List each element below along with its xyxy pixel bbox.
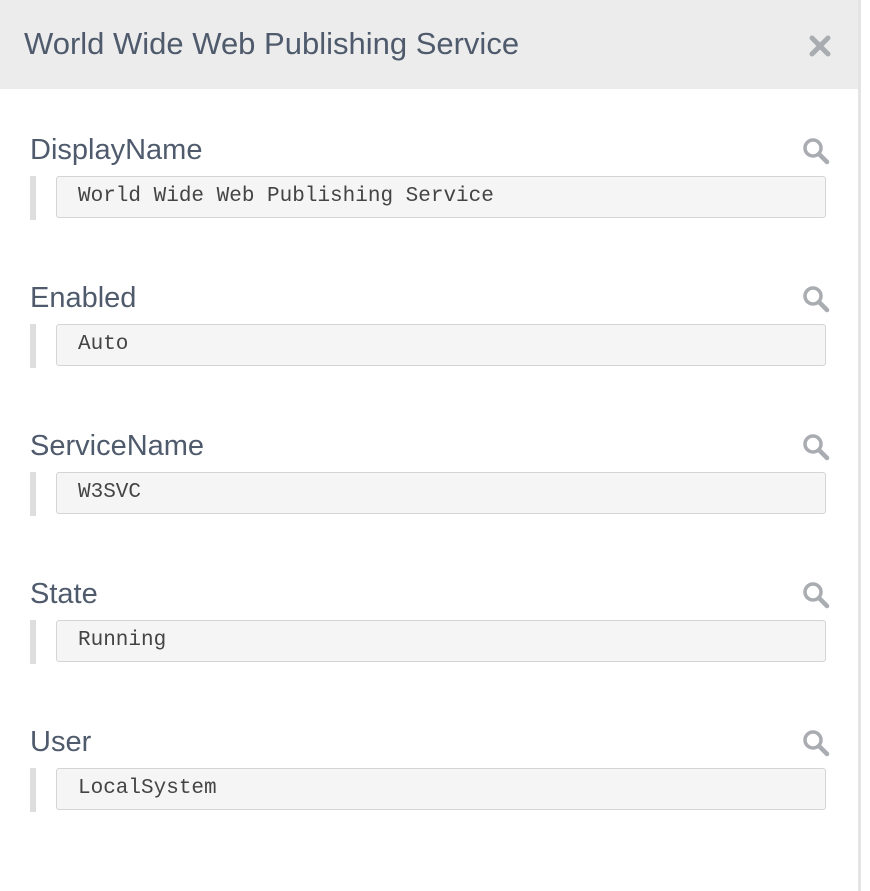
search-icon [803,138,830,165]
field-label: DisplayName [30,134,203,166]
service-details-panel: World Wide Web Publishing Service Displa… [0,0,858,891]
field-accent-bar [30,324,36,368]
field-accent-bar [30,620,36,664]
field-accent-bar [30,176,36,220]
panel-title: World Wide Web Publishing Service [24,26,520,61]
search-button[interactable] [802,137,830,165]
close-button[interactable] [804,30,836,62]
field-label: User [30,726,92,758]
search-button[interactable] [802,433,830,461]
search-icon [803,730,830,757]
field-value[interactable]: Auto [56,324,826,366]
field-displayname: DisplayName World Wide Web Publishing Se… [30,133,830,220]
window-edge [861,0,870,891]
field-servicename: ServiceName W3SVC [30,429,830,516]
field-value[interactable]: World Wide Web Publishing Service [56,176,826,218]
field-label: ServiceName [30,430,205,462]
close-icon [809,35,831,57]
search-icon [803,434,830,461]
panel-header: World Wide Web Publishing Service [0,0,858,89]
field-accent-bar [30,768,36,812]
field-value[interactable]: W3SVC [56,472,826,514]
search-button[interactable] [802,581,830,609]
search-icon [803,582,830,609]
field-value[interactable]: LocalSystem [56,768,826,810]
field-value[interactable]: Running [56,620,826,662]
search-button[interactable] [802,285,830,313]
field-enabled: Enabled Auto [30,281,830,368]
field-accent-bar [30,472,36,516]
field-user: User LocalSystem [30,725,830,812]
search-button[interactable] [802,729,830,757]
field-label: Enabled [30,282,137,314]
field-label: State [30,578,98,610]
search-icon [803,286,830,313]
field-state: State Running [30,577,830,664]
